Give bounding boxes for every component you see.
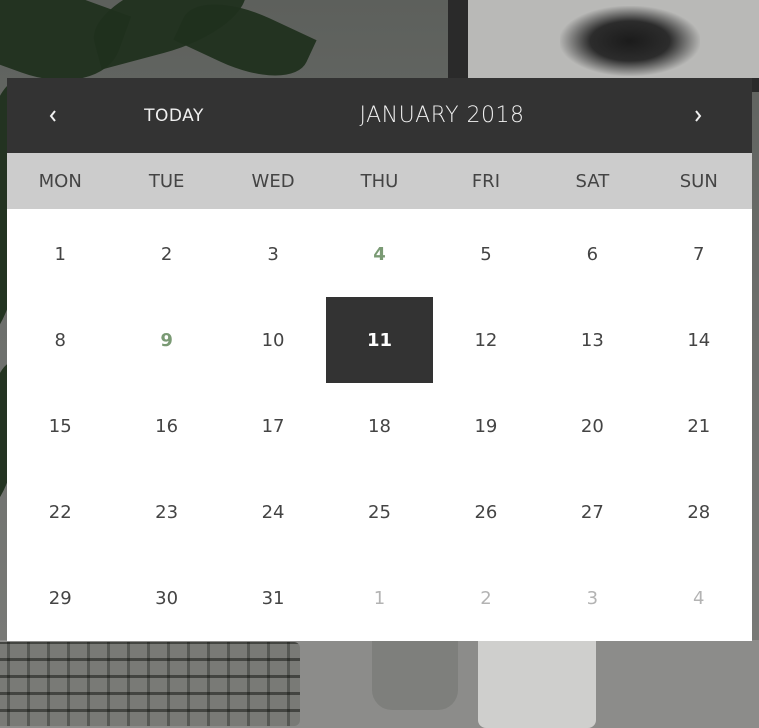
days-grid: 1 2 3 4 5 6 7 8 9 10 11 12 13 14 15 16 17 18 19 20 21 22 23 24 2… (7, 211, 752, 641)
day-cell-next-month[interactable]: 2 (433, 555, 539, 641)
day-cell[interactable]: 12 (433, 297, 539, 383)
day-cell[interactable]: 21 (646, 383, 752, 469)
brush-stroke-art (560, 6, 700, 76)
weekday-label: THU (360, 170, 399, 192)
weekday-label: TUE (148, 170, 185, 192)
day-cell[interactable]: 6 (539, 211, 645, 297)
day-cell[interactable]: 7 (646, 211, 752, 297)
weekday-label: WED (251, 170, 295, 192)
day-cell[interactable]: 19 (433, 383, 539, 469)
day-cell-event[interactable]: 9 (113, 297, 219, 383)
day-cell-next-month[interactable]: 4 (646, 555, 752, 641)
today-button[interactable]: TODAY (119, 78, 229, 153)
day-cell[interactable]: 26 (433, 469, 539, 555)
weekday-label: SAT (575, 170, 610, 192)
day-cell[interactable]: 25 (326, 469, 432, 555)
day-cell[interactable]: 18 (326, 383, 432, 469)
day-cell[interactable]: 8 (7, 297, 113, 383)
calendar-widget: TODAY JANUARY 2018 MON TUE WED THU FRI S… (7, 78, 752, 641)
concrete-pot (372, 640, 458, 710)
keyboard (0, 642, 300, 726)
day-cell[interactable]: 2 (113, 211, 219, 297)
mug (478, 636, 596, 728)
day-cell-selected[interactable]: 11 (326, 297, 433, 383)
day-cell[interactable]: 20 (539, 383, 645, 469)
day-cell[interactable]: 1 (7, 211, 113, 297)
day-cell[interactable]: 14 (646, 297, 752, 383)
day-cell-next-month[interactable]: 1 (326, 555, 432, 641)
day-cell[interactable]: 28 (646, 469, 752, 555)
day-cell[interactable]: 22 (7, 469, 113, 555)
day-cell[interactable]: 27 (539, 469, 645, 555)
month-title: JANUARY 2018 (359, 103, 525, 128)
day-cell[interactable]: 29 (7, 555, 113, 641)
chevron-left-icon (49, 109, 56, 122)
day-cell[interactable]: 17 (220, 383, 326, 469)
day-cell-next-month[interactable]: 3 (539, 555, 645, 641)
day-cell[interactable]: 13 (539, 297, 645, 383)
chevron-right-icon (695, 109, 702, 122)
day-cell[interactable]: 31 (220, 555, 326, 641)
day-cell[interactable]: 16 (113, 383, 219, 469)
day-cell[interactable]: 30 (113, 555, 219, 641)
next-month-button[interactable] (668, 78, 728, 153)
day-cell-event[interactable]: 4 (326, 211, 432, 297)
calendar-header: TODAY JANUARY 2018 (7, 78, 752, 153)
weekday-label: FRI (471, 170, 500, 192)
weekday-header-row: MON TUE WED THU FRI SAT SUN (7, 153, 752, 209)
day-cell[interactable]: 5 (433, 211, 539, 297)
weekday-label: SUN (679, 170, 718, 192)
day-cell[interactable]: 3 (220, 211, 326, 297)
weekday-label: MON (38, 170, 82, 192)
day-cell[interactable]: 24 (220, 469, 326, 555)
day-cell[interactable]: 10 (220, 297, 326, 383)
day-cell[interactable]: 15 (7, 383, 113, 469)
day-cell[interactable]: 23 (113, 469, 219, 555)
previous-month-button[interactable] (23, 78, 83, 153)
